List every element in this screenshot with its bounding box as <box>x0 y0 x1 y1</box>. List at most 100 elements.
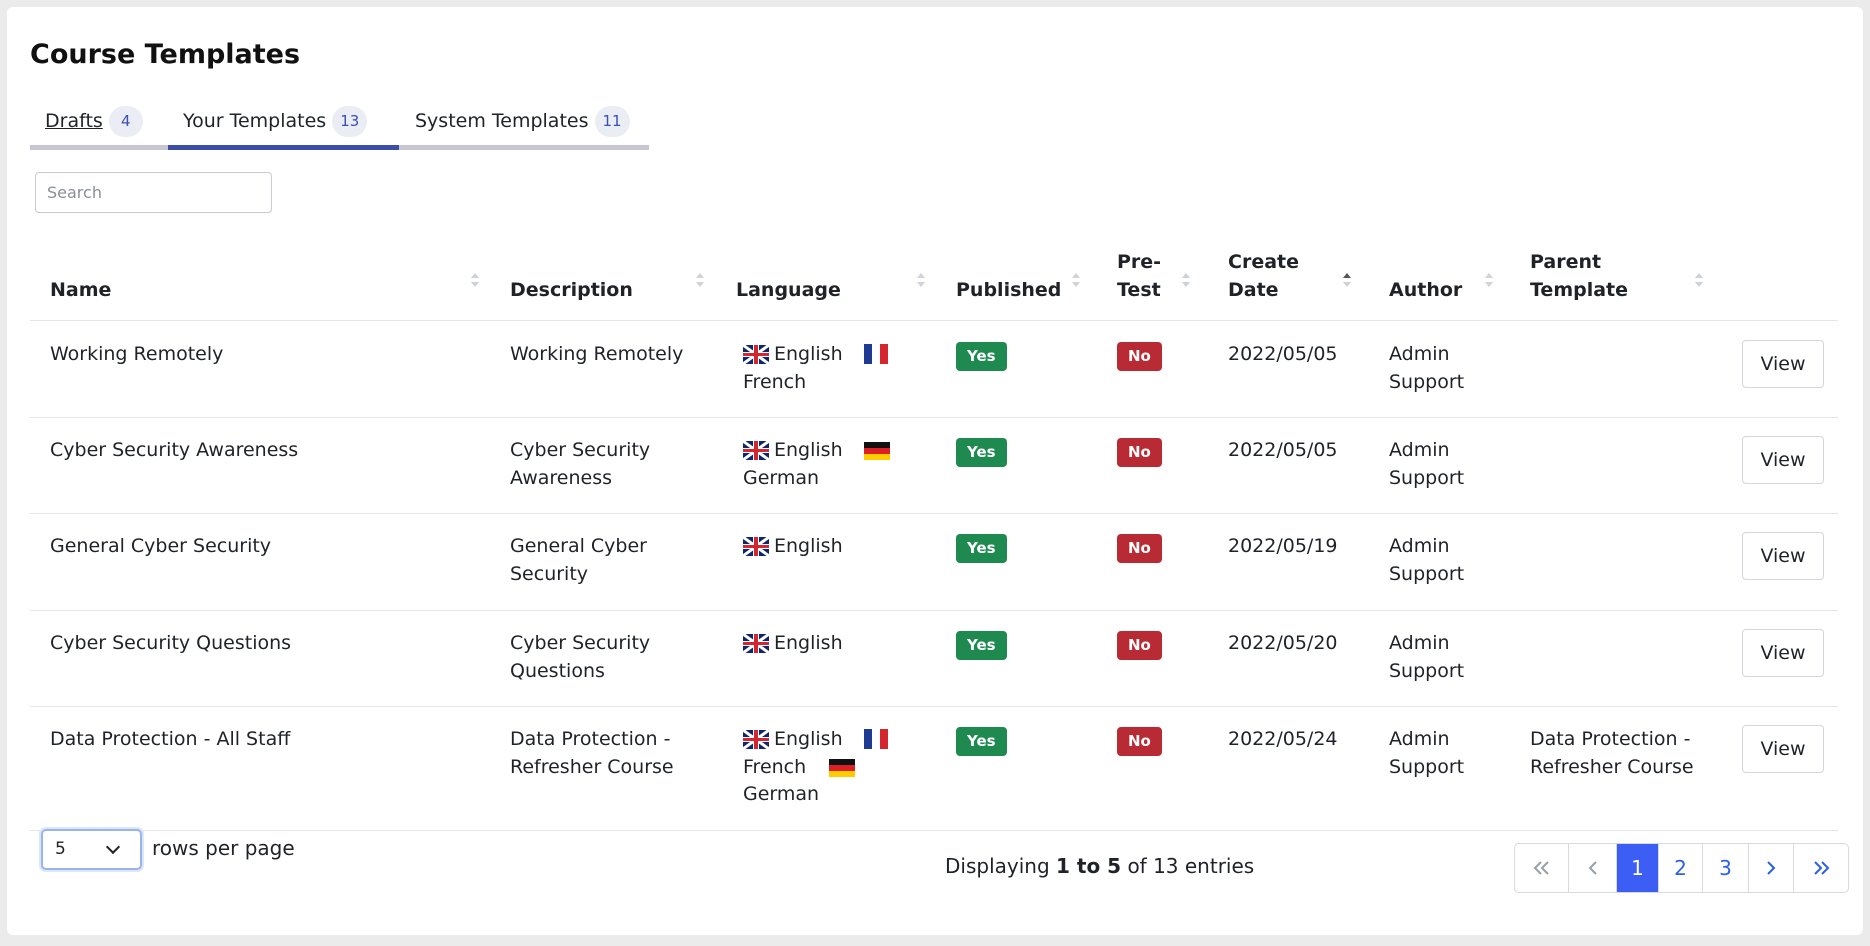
view-button[interactable]: View <box>1742 436 1824 484</box>
double-chevron-left-icon[interactable] <box>1515 844 1569 892</box>
table-row: Data Protection - All Staff Data Protect… <box>30 707 1838 831</box>
cell-published: Yes <box>956 341 1007 371</box>
germany-flag-icon <box>864 442 890 460</box>
cell-pretest: No <box>1117 630 1162 660</box>
sort-icon[interactable] <box>696 271 704 291</box>
view-button[interactable]: View <box>1742 340 1824 388</box>
tab-count-badge: 4 <box>108 105 143 137</box>
pretest-badge: No <box>1117 727 1162 756</box>
view-button[interactable]: View <box>1742 725 1824 773</box>
cell-parent-template: Data Protection - Refresher Course <box>1530 725 1694 781</box>
cell-pretest: No <box>1117 533 1162 563</box>
published-badge: Yes <box>956 438 1007 467</box>
description-line: Working Remotely <box>510 343 684 365</box>
uk-flag-icon <box>743 345 769 364</box>
cell-create-date: 2022/05/05 <box>1228 439 1338 461</box>
sort-icon[interactable] <box>1182 271 1190 291</box>
tab-indicator <box>30 145 168 150</box>
tab-label: Your Templates <box>183 110 327 132</box>
column-header-published[interactable]: Published <box>956 276 1061 304</box>
description-line: Security <box>510 563 589 585</box>
rows-per-page-value: 5 <box>55 839 66 859</box>
summary-range: 1 to 5 <box>1056 854 1122 878</box>
tab-label: Drafts <box>45 110 103 132</box>
sort-icon[interactable] <box>1695 271 1703 291</box>
chevron-down-icon <box>105 839 121 855</box>
pretest-badge: No <box>1117 438 1162 467</box>
description-line: Cyber Security <box>510 439 651 461</box>
column-header-description[interactable]: Description <box>510 276 633 304</box>
tab-system-templates[interactable]: System Templates 11 <box>415 94 630 148</box>
uk-flag-icon <box>743 634 769 653</box>
cell-author: Admin Support <box>1389 532 1464 588</box>
author-line: Support <box>1389 563 1465 585</box>
tab-count-badge: 11 <box>594 105 630 137</box>
tab-your-templates[interactable]: Your Templates 13 <box>183 94 368 148</box>
author-line: Admin <box>1389 439 1450 461</box>
double-chevron-right-icon[interactable] <box>1794 844 1848 892</box>
cell-pretest: No <box>1117 341 1162 371</box>
chevron-left-icon[interactable] <box>1569 844 1617 892</box>
header-line: Parent <box>1530 251 1602 273</box>
header-line: Test <box>1117 279 1161 301</box>
table-row: Cyber Security Questions Cyber Security … <box>30 611 1838 707</box>
cell-published: Yes <box>956 630 1007 660</box>
cell-pretest: No <box>1117 437 1162 467</box>
cell-published: Yes <box>956 533 1007 563</box>
search-input[interactable] <box>35 172 272 213</box>
template-tabs: Drafts 4 Your Templates 13 System Templa… <box>30 94 649 152</box>
sort-icon[interactable] <box>917 271 925 291</box>
column-header-language[interactable]: Language <box>736 276 841 304</box>
chevron-right-icon[interactable] <box>1749 844 1794 892</box>
page-button-3[interactable]: 3 <box>1703 844 1749 892</box>
uk-flag-icon <box>743 441 769 460</box>
pretest-badge: No <box>1117 342 1162 371</box>
language-label: German <box>743 783 820 805</box>
templates-table: Name Description Language Published Pre-… <box>30 245 1838 831</box>
page-button-1[interactable]: 1 <box>1617 844 1659 892</box>
cell-pretest: No <box>1117 726 1162 756</box>
cell-published: Yes <box>956 437 1007 467</box>
sort-icon[interactable] <box>1072 271 1080 291</box>
language-label: English <box>774 728 843 750</box>
column-header-create-date[interactable]: Create Date <box>1228 248 1299 304</box>
header-line: Template <box>1530 279 1629 301</box>
rows-per-page-label: rows per page <box>152 836 295 860</box>
tab-label: System Templates <box>415 110 589 132</box>
language-label: English <box>774 439 843 461</box>
sort-icon[interactable] <box>471 271 479 291</box>
header-line: Pre- <box>1117 251 1162 273</box>
author-line: Support <box>1389 660 1465 682</box>
language-label: German <box>743 467 820 489</box>
cell-name: Cyber Security Awareness <box>50 439 299 461</box>
author-line: Support <box>1389 756 1465 778</box>
view-button[interactable]: View <box>1742 532 1824 580</box>
description-line: Refresher Course <box>510 756 674 778</box>
column-header-pretest[interactable]: Pre- Test <box>1117 248 1161 304</box>
column-header-name[interactable]: Name <box>50 276 111 304</box>
sort-ascending-icon[interactable] <box>1343 271 1351 291</box>
author-line: Support <box>1389 467 1465 489</box>
author-line: Admin <box>1389 728 1450 750</box>
column-header-parent-template[interactable]: Parent Template <box>1530 248 1628 304</box>
cell-create-date: 2022/05/19 <box>1228 535 1338 557</box>
sort-icon[interactable] <box>1485 271 1493 291</box>
summary-suffix: of 13 entries <box>1127 854 1255 878</box>
published-badge: Yes <box>956 631 1007 660</box>
description-line: Cyber Security <box>510 632 651 654</box>
page-button-2[interactable]: 2 <box>1659 844 1703 892</box>
cell-name: Data Protection - All Staff <box>50 728 291 750</box>
rows-per-page-select[interactable]: 5 <box>41 829 142 870</box>
column-header-author[interactable]: Author <box>1389 276 1462 304</box>
cell-create-date: 2022/05/20 <box>1228 632 1338 654</box>
tab-drafts[interactable]: Drafts 4 <box>45 94 143 148</box>
parent-line: Refresher Course <box>1530 756 1694 778</box>
view-button[interactable]: View <box>1742 629 1824 677</box>
description-line: Data Protection - <box>510 728 671 750</box>
table-row: Cyber Security Awareness Cyber Security … <box>30 418 1838 514</box>
description-line: General Cyber <box>510 535 647 557</box>
cell-description: General Cyber Security <box>510 532 647 588</box>
cell-author: Admin Support <box>1389 340 1464 396</box>
pretest-badge: No <box>1117 534 1162 563</box>
language-label: English <box>774 535 843 557</box>
